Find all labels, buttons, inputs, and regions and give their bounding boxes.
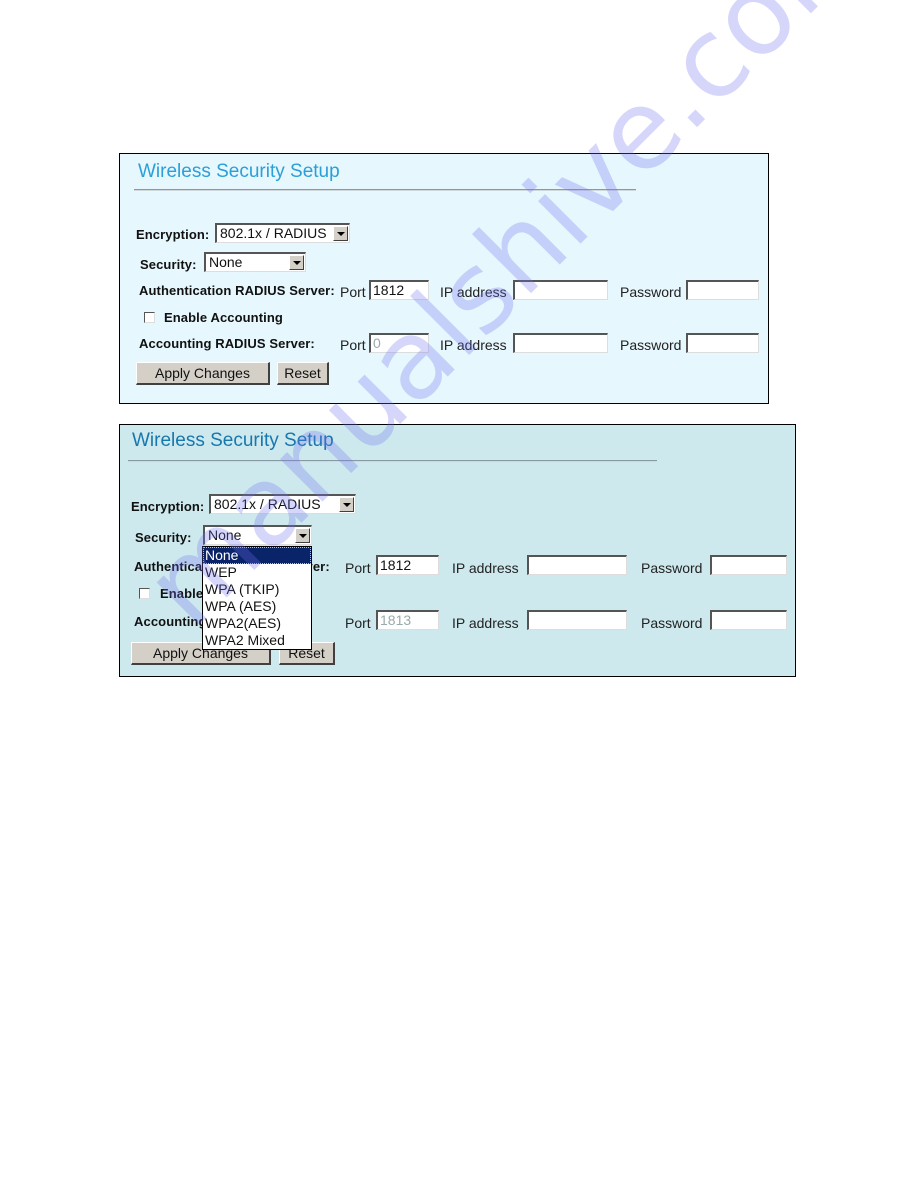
auth-password-input[interactable]	[686, 280, 759, 300]
acct-port-label: Port	[345, 615, 371, 631]
acct-ip-input[interactable]	[527, 610, 627, 630]
acct-ip-label: IP address	[452, 615, 519, 631]
encryption-select[interactable]: 802.1x / RADIUS	[215, 223, 350, 243]
security-option-wep[interactable]: WEP	[203, 564, 311, 581]
auth-port-input[interactable]: 1812	[369, 280, 429, 300]
acct-ip-label: IP address	[440, 337, 507, 353]
auth-ip-label: IP address	[452, 560, 519, 576]
auth-ip-input[interactable]	[527, 555, 627, 575]
auth-ip-input[interactable]	[513, 280, 608, 300]
acct-password-label: Password	[641, 615, 703, 631]
chevron-down-icon[interactable]	[289, 255, 304, 270]
security-option-wpa2-aes[interactable]: WPA2(AES)	[203, 615, 311, 632]
apply-changes-button[interactable]: Apply Changes	[136, 362, 270, 385]
enable-accounting-checkbox[interactable]	[139, 588, 150, 599]
enable-accounting-label: Enable Accounting	[164, 310, 283, 325]
auth-port-input[interactable]: 1812	[376, 555, 439, 575]
security-label: Security:	[140, 257, 197, 272]
acct-ip-input[interactable]	[513, 333, 608, 353]
encryption-label: Encryption:	[136, 227, 210, 242]
security-select[interactable]: None	[203, 525, 312, 545]
auth-password-input[interactable]	[710, 555, 787, 575]
auth-ip-label: IP address	[440, 284, 507, 300]
security-option-none[interactable]: None	[203, 547, 311, 564]
reset-button[interactable]: Reset	[277, 362, 329, 385]
security-select-value: None	[208, 527, 242, 543]
security-dropdown-list[interactable]: None WEP WPA (TKIP) WPA (AES) WPA2(AES) …	[202, 546, 312, 650]
security-select-value: None	[209, 254, 243, 270]
auth-password-label: Password	[620, 284, 682, 300]
security-option-wpa-aes[interactable]: WPA (AES)	[203, 598, 311, 615]
auth-port-label: Port	[345, 560, 371, 576]
security-option-wpa-tkip[interactable]: WPA (TKIP)	[203, 581, 311, 598]
acct-password-input[interactable]	[710, 610, 787, 630]
acct-port-input[interactable]: 0	[369, 333, 429, 353]
acct-password-input[interactable]	[686, 333, 759, 353]
security-option-wpa2-mixed[interactable]: WPA2 Mixed	[203, 632, 311, 649]
acct-radius-server-label: Accounting RADIUS Server:	[139, 336, 315, 351]
auth-radius-server-label: Authentication RADIUS Server:	[139, 283, 335, 298]
wireless-security-panel-collapsed: Wireless Security Setup Encryption: 802.…	[119, 153, 769, 404]
chevron-down-icon[interactable]	[295, 528, 310, 543]
encryption-label: Encryption:	[131, 499, 205, 514]
encryption-select-value: 802.1x / RADIUS	[220, 225, 327, 241]
title-divider	[128, 460, 657, 462]
security-label: Security:	[135, 530, 192, 545]
auth-password-label: Password	[641, 560, 703, 576]
chevron-down-icon[interactable]	[339, 497, 354, 512]
acct-password-label: Password	[620, 337, 682, 353]
enable-accounting-checkbox[interactable]	[144, 312, 155, 323]
acct-port-input[interactable]: 1813	[376, 610, 439, 630]
chevron-down-icon[interactable]	[333, 226, 348, 241]
encryption-select-value: 802.1x / RADIUS	[214, 496, 321, 512]
encryption-select[interactable]: 802.1x / RADIUS	[209, 494, 356, 514]
acct-port-label: Port	[340, 337, 366, 353]
auth-port-label: Port	[340, 284, 366, 300]
page-title: Wireless Security Setup	[132, 430, 334, 451]
page-title: Wireless Security Setup	[138, 161, 340, 182]
title-divider	[134, 189, 636, 191]
wireless-security-panel-expanded: Wireless Security Setup Encryption: 802.…	[119, 424, 796, 677]
security-select[interactable]: None	[204, 252, 306, 272]
